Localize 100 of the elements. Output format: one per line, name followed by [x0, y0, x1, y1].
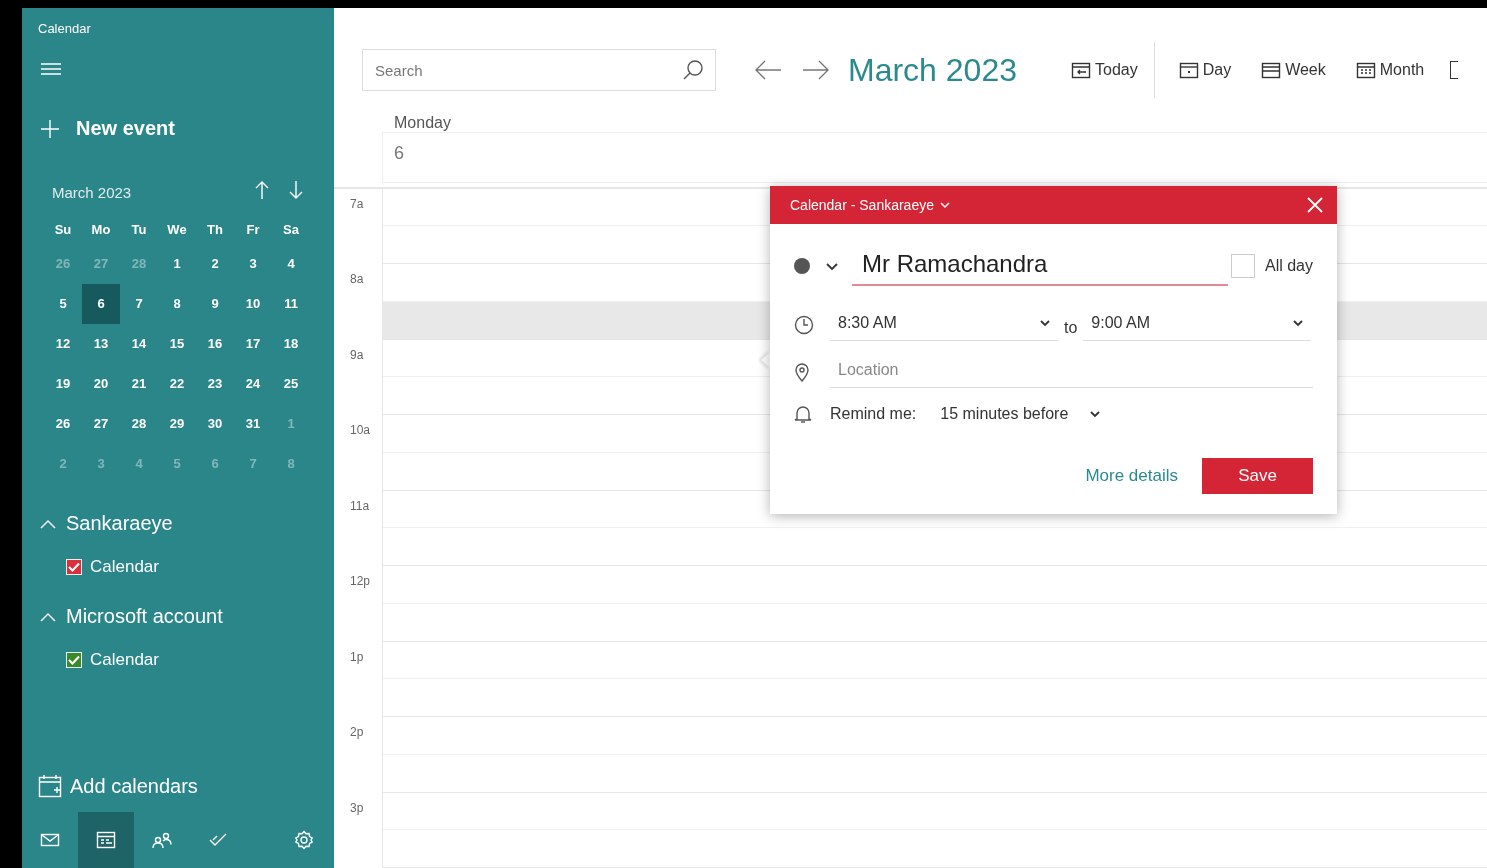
date-cell[interactable]: 9 [196, 284, 234, 324]
add-calendars-button[interactable]: Add calendars [38, 774, 334, 812]
caret-up-icon [40, 611, 56, 622]
caret-down-icon [826, 263, 838, 271]
date-cell[interactable]: 23 [196, 364, 234, 404]
date-cell[interactable]: 15 [158, 324, 196, 364]
end-time-dropdown[interactable]: 9:00 AM [1083, 308, 1312, 341]
down-arrow-icon [288, 180, 304, 200]
weekday-label: Fr [245, 221, 261, 239]
date-cell[interactable]: 18 [272, 324, 310, 364]
date-cell[interactable]: 12 [44, 324, 82, 364]
date-cell[interactable]: 20 [82, 364, 120, 404]
remind-label: Remind me: [830, 405, 917, 423]
nav-button[interactable] [78, 812, 134, 868]
date-cell[interactable]: 19 [44, 364, 82, 404]
view-button[interactable]: Today [1071, 61, 1138, 79]
calendar-today-icon [1071, 61, 1091, 79]
plus-icon [40, 118, 60, 139]
date-cell[interactable]: 28 [120, 404, 158, 444]
date-cell[interactable]: 2 [196, 244, 234, 284]
hour-label: 7a [349, 195, 365, 213]
hour-label: 9a [349, 346, 365, 364]
date-cell[interactable]: 4 [272, 244, 310, 284]
date-cell[interactable]: 21 [120, 364, 158, 404]
date-cell[interactable]: 25 [272, 364, 310, 404]
view-button[interactable]: Month [1355, 61, 1425, 79]
date-cell[interactable]: 30 [196, 404, 234, 444]
hour-label: 10a [349, 422, 372, 439]
date-cell[interactable]: 13 [82, 324, 120, 364]
account-header[interactable]: Sankaraeye [40, 512, 334, 535]
calendar-day-icon [1178, 61, 1199, 79]
date-cell[interactable]: 16 [196, 324, 234, 364]
up-arrow-icon [254, 180, 270, 200]
date-cell[interactable]: 22 [158, 364, 196, 404]
date-cell[interactable]: 3 [234, 244, 272, 284]
weekday-label: Tu [130, 221, 148, 239]
search-field[interactable]: Search [362, 49, 716, 91]
date-cell[interactable]: 11 [272, 284, 310, 324]
to-label: to [1064, 318, 1078, 337]
date-cell[interactable]: 8 [158, 284, 196, 324]
window-title: Calendar [37, 20, 92, 38]
calendar-dropdown[interactable]: Calendar - Sankaraeye [790, 197, 950, 213]
clock-icon [794, 314, 814, 335]
date-cell[interactable]: 7 [120, 284, 158, 324]
calendar-month-icon [1355, 61, 1376, 79]
weekday-label: Sa [282, 221, 300, 239]
checkmark-icon [68, 655, 80, 665]
hour-label: 12p [349, 573, 372, 590]
all-day-checkbox[interactable]: All day [1230, 254, 1313, 278]
date-cell[interactable]: 6 [82, 284, 120, 324]
caret-up-icon [40, 518, 56, 529]
view-button[interactable]: Week [1261, 61, 1326, 79]
menu-icon [40, 61, 62, 77]
new-event-button[interactable]: New event [40, 117, 334, 140]
month-title: March 2023 [848, 51, 1017, 89]
search-icon [682, 59, 704, 81]
caret-down-icon [1293, 320, 1304, 326]
date-cell[interactable]: 5 [44, 284, 82, 324]
hour-label: 3p [349, 799, 365, 817]
checkmark-icon [68, 562, 80, 572]
date-cell[interactable]: 17 [234, 324, 272, 364]
right-arrow-icon [802, 60, 830, 80]
weekday-label: We [166, 221, 188, 239]
date-cell[interactable]: 29 [158, 404, 196, 444]
more-details-link[interactable]: More details [1085, 466, 1178, 486]
date-label: 6 [394, 143, 404, 163]
hour-label: 11a [349, 497, 371, 515]
date-cell[interactable]: 14 [120, 324, 158, 364]
people-icon [151, 831, 173, 849]
checkbox[interactable] [1230, 254, 1255, 278]
date-cell[interactable]: 31 [234, 404, 272, 444]
location-pin-icon [794, 361, 810, 382]
date-cell[interactable]: 24 [234, 364, 272, 404]
hour-label: 8a [349, 271, 365, 288]
date-cell[interactable]: 27 [82, 404, 120, 444]
reminder-dropdown[interactable]: 15 minutes before [940, 405, 1101, 423]
calendar-add-icon [38, 774, 62, 798]
caret-down-icon [1040, 320, 1050, 326]
mail-icon [40, 832, 60, 848]
calendar-label: Calendar [90, 557, 159, 577]
account-header[interactable]: Microsoft account [40, 605, 334, 628]
hour-label: 2p [349, 724, 365, 741]
date-cell[interactable]: 1 [158, 244, 196, 284]
color-dot[interactable] [794, 258, 810, 274]
view-button[interactable]: Day [1178, 61, 1232, 79]
weekday-label: Mo [90, 221, 112, 239]
start-time-dropdown[interactable]: 8:30 AM [830, 308, 1058, 341]
date-cell[interactable]: 10 [234, 284, 272, 324]
date-cell[interactable]: 26 [44, 404, 82, 444]
caret-down-icon [940, 201, 950, 209]
save-button[interactable]: Save [1202, 458, 1313, 494]
weekday-label: Th [206, 221, 224, 239]
checkmark-icon [208, 832, 228, 848]
settings-icon [294, 830, 314, 850]
calendar-label: Calendar [90, 650, 159, 670]
close-button[interactable] [1307, 197, 1323, 213]
close-icon [1307, 197, 1323, 213]
left-arrow-icon [754, 60, 782, 80]
calendar-week-icon [1261, 61, 1282, 79]
hour-label: 1p [349, 648, 365, 666]
